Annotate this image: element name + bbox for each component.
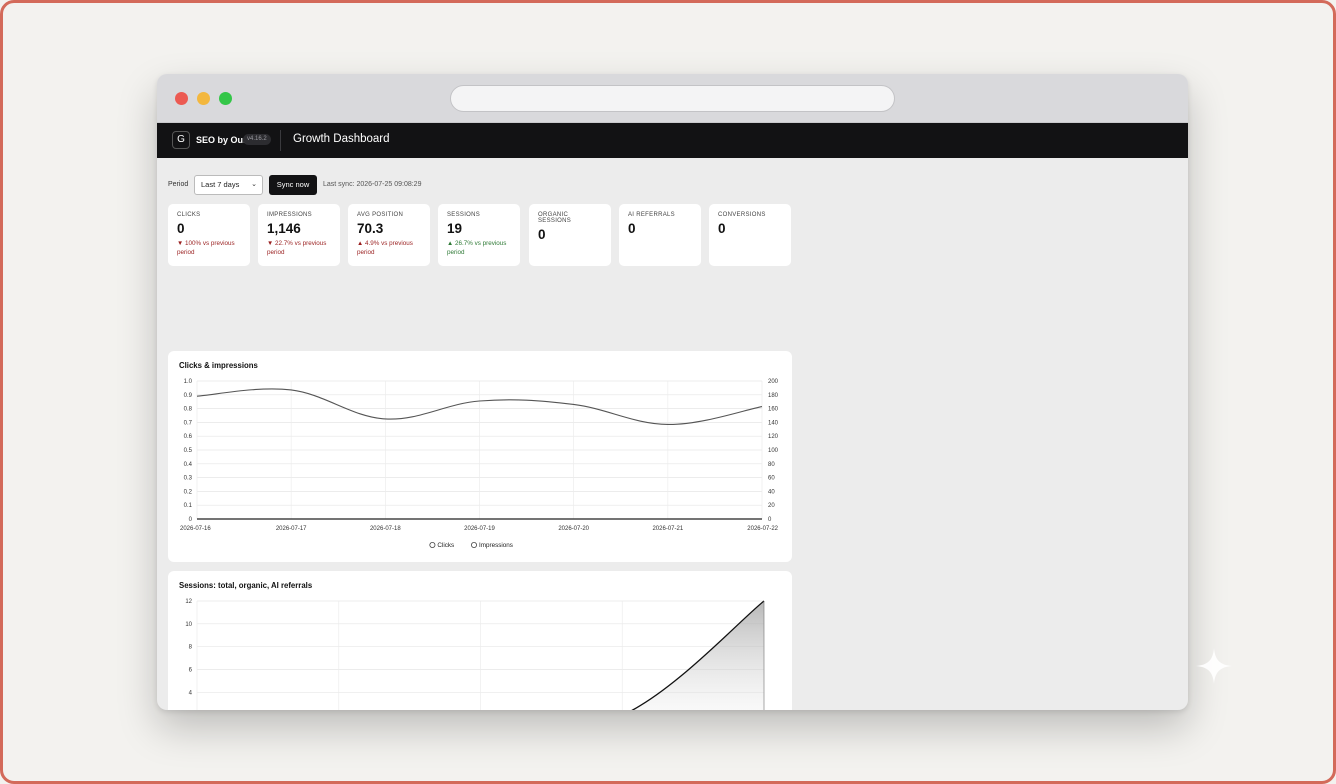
y-right-tick-label: 60 xyxy=(768,476,775,482)
x-tick-label: 2026-07-21 xyxy=(652,526,683,532)
y-tick-label: 8 xyxy=(189,645,193,651)
y-right-tick-label: 180 xyxy=(768,393,779,399)
x-tick-label: 2026-07-20 xyxy=(558,526,589,532)
y-tick-label: 6 xyxy=(189,668,193,674)
kpi-label: CONVERSIONS xyxy=(718,212,766,218)
kpi-label: ORGANIC SESSIONS xyxy=(538,212,572,224)
kpi-card: CLICKS 0 ▼ 100% vs previous period xyxy=(168,204,250,266)
header-divider xyxy=(280,130,281,151)
kpi-value: 0 xyxy=(538,227,546,242)
kpi-card: SESSIONS 19 ▲ 26.7% vs previous period xyxy=(438,204,520,266)
kpi-label: AVG POSITION xyxy=(357,212,404,218)
kpi-value: 0 xyxy=(628,221,636,236)
browser-titlebar xyxy=(157,74,1188,123)
kpi-card: IMPRESSIONS 1,146 ▼ 22.7% vs previous peri… xyxy=(258,204,340,266)
y-right-tick-label: 0 xyxy=(768,517,772,523)
y-right-tick-label: 80 xyxy=(768,462,775,468)
y-tick-label: 10 xyxy=(185,622,192,628)
kpi-value: 19 xyxy=(447,221,463,236)
last-sync-text: Last sync: 2026-07-25 09:08:29 xyxy=(323,181,422,188)
address-bar[interactable] xyxy=(450,85,895,112)
y-left-tick-label: 0.4 xyxy=(184,462,193,468)
kpi-label: CLICKS xyxy=(177,212,201,218)
y-left-tick-label: 0.5 xyxy=(184,448,193,454)
y-right-tick-label: 120 xyxy=(768,434,779,440)
y-left-tick-label: 0.2 xyxy=(184,489,193,495)
kpi-delta: ▲ 4.9% vs previous period xyxy=(357,240,413,256)
y-right-tick-label: 20 xyxy=(768,503,775,509)
minimize-window-button[interactable] xyxy=(197,92,210,105)
x-tick-label: 2026-07-19 xyxy=(464,526,495,532)
x-tick-label: 2026-07-16 xyxy=(180,526,211,532)
y-left-tick-label: 1.0 xyxy=(184,379,193,385)
sessions-card: Sessions: total, organic, AI referrals 0… xyxy=(168,571,792,710)
kpi-value: 1,146 xyxy=(267,221,301,236)
y-right-tick-label: 200 xyxy=(768,379,779,385)
y-left-tick-label: 0.7 xyxy=(184,420,193,426)
kpi-card: AI REFERRALS 0 xyxy=(619,204,701,266)
period-select[interactable]: Last 7 days ⌄ xyxy=(194,175,263,195)
kpi-card: ORGANIC SESSIONS 0 xyxy=(529,204,611,266)
brand-name: SEO by Ous xyxy=(196,135,249,145)
y-right-tick-label: 160 xyxy=(768,407,779,413)
legend-entry: Impressions xyxy=(479,542,513,549)
y-left-tick-label: 0.6 xyxy=(184,434,193,440)
close-window-button[interactable] xyxy=(175,92,188,105)
kpi-delta: ▼ 100% vs previous period xyxy=(177,240,235,256)
legend-swatch xyxy=(429,541,436,548)
legend-entry: Clicks xyxy=(437,542,454,549)
y-tick-label: 4 xyxy=(189,690,193,696)
kpi-delta: ▼ 22.7% vs previous period xyxy=(267,240,327,256)
period-label: Period xyxy=(168,181,189,188)
version-badge: v4.16.2 xyxy=(243,134,271,145)
sparkle-icon xyxy=(1196,648,1232,684)
kpi-label: SESSIONS xyxy=(447,212,481,218)
kpi-value: 0 xyxy=(718,221,726,236)
legend-swatch xyxy=(470,541,477,548)
page-title: Growth Dashboard xyxy=(293,133,390,145)
kpi-value: 0 xyxy=(177,221,185,236)
y-left-tick-label: 0.1 xyxy=(184,503,193,509)
kpi-card: AVG POSITION 70.3 ▲ 4.9% vs previous perio… xyxy=(348,204,430,266)
kpi-label: AI REFERRALS xyxy=(628,212,675,218)
y-left-tick-label: 0.8 xyxy=(184,407,193,413)
app-header: G SEO by Ous v4.16.2 Growth Dashboard xyxy=(157,123,1188,158)
y-left-tick-label: 0.9 xyxy=(184,393,193,399)
y-left-tick-label: 0.3 xyxy=(184,476,193,482)
kpi-delta: ▲ 26.7% vs previous period xyxy=(447,240,507,256)
kpi-label: IMPRESSIONS xyxy=(267,212,312,218)
y-right-tick-label: 40 xyxy=(768,489,775,495)
period-select-value: Last 7 days xyxy=(201,180,240,189)
x-tick-label: 2026-07-18 xyxy=(370,526,401,532)
kpi-card: CONVERSIONS 0 xyxy=(709,204,791,266)
y-right-tick-label: 140 xyxy=(768,420,779,426)
maximize-window-button[interactable] xyxy=(219,92,232,105)
y-left-tick-label: 0 xyxy=(189,517,193,523)
browser-window: G SEO by Ous v4.16.2 Growth Dashboard Pe… xyxy=(157,74,1188,710)
clicks-impressions-card: Clicks & impressions 0 0 0.1 20 0.2 40 0.3 60 0.… xyxy=(168,351,792,562)
y-right-tick-label: 100 xyxy=(768,448,779,454)
chevron-down-icon: ⌄ xyxy=(251,181,257,188)
kpi-value: 70.3 xyxy=(357,221,384,236)
app-logo: G xyxy=(172,131,190,149)
x-tick-label: 2026-07-22 xyxy=(747,526,778,532)
sessions-chart: 0246810122026-07-16 2026-07-17 2026-07-18 2… xyxy=(185,599,765,710)
y-tick-label: 12 xyxy=(185,599,192,605)
sync-now-button[interactable]: Sync now xyxy=(269,175,317,195)
clicks-impressions-chart: 0 0 0.1 20 0.2 40 0.3 60 0.4 80 0.5 100 0.6 120 0.7 140… xyxy=(180,379,779,549)
x-tick-label: 2026-07-17 xyxy=(276,526,307,532)
dashboard-content: Period Last 7 days ⌄ Sync now Last sync:… xyxy=(157,158,1188,710)
